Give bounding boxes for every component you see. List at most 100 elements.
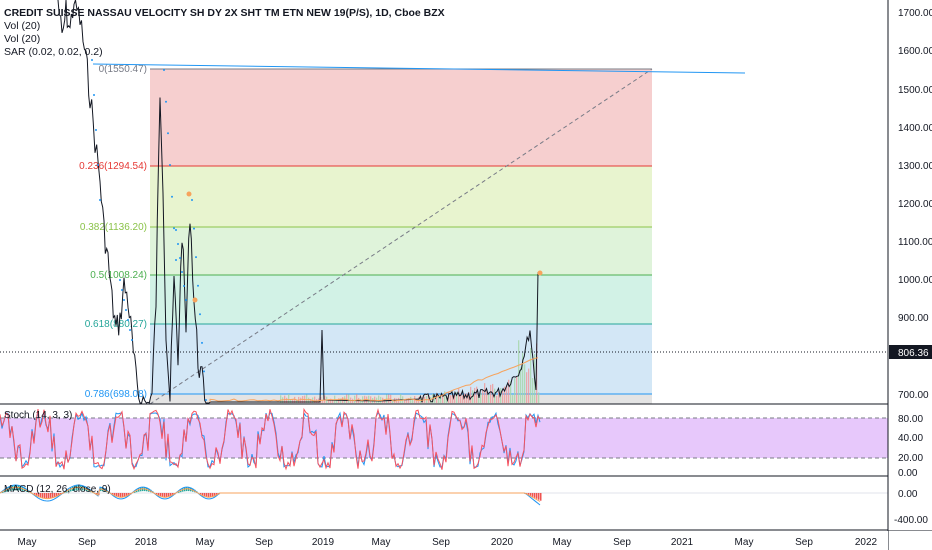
- time-axis-label: May: [735, 537, 754, 548]
- fibonacci-retracement[interactable]: 0(1550.47) 0.236(1294.54) 0.382(1136.20)…: [79, 64, 653, 405]
- volume-bar: [516, 376, 518, 403]
- time-axis-label: 2018: [135, 537, 158, 548]
- marker-dot: [192, 297, 198, 303]
- chart-canvas[interactable]: 0(1550.47) 0.236(1294.54) 0.382(1136.20)…: [0, 0, 932, 550]
- sar-dot: [127, 319, 129, 321]
- current-price-label: 806.36: [898, 348, 929, 359]
- marker-dot: [537, 270, 543, 276]
- volume-bar: [502, 390, 504, 403]
- volume-bar: [356, 394, 358, 403]
- fib-zone-0382-05: [150, 227, 652, 275]
- price-axis-label: 1700.00: [898, 8, 932, 19]
- volume-bar: [378, 395, 380, 403]
- sar-dot: [201, 341, 203, 344]
- sar-dot: [203, 370, 205, 373]
- stoch-axis-label: 80.00: [898, 414, 923, 425]
- macd-hist-bar: [206, 493, 208, 497]
- fib-label-0236: 0.236(1294.54): [79, 161, 147, 172]
- volume-bar: [348, 394, 350, 403]
- time-axis[interactable]: May Sep 2018 May Sep 2019 May Sep 2020 M…: [0, 531, 888, 550]
- volume-bar: [526, 372, 528, 403]
- fib-zone-05-0618: [150, 275, 652, 324]
- volume-bar: [470, 386, 472, 403]
- price-axis-label: 1000.00: [898, 275, 932, 286]
- sar-dot: [191, 199, 193, 201]
- time-axis-label: Sep: [255, 537, 273, 548]
- time-axis-label: 2022: [855, 537, 878, 548]
- volume-bar: [514, 378, 516, 403]
- sar-dot: [169, 164, 171, 166]
- sar-dot: [97, 164, 99, 166]
- volume-bar: [370, 396, 372, 403]
- macd-label[interactable]: MACD (12, 26, close, 9): [4, 484, 111, 495]
- sar-dot: [125, 309, 127, 311]
- sar-dot: [129, 329, 131, 331]
- sar-dot: [121, 289, 123, 291]
- macd-hist-bar: [536, 493, 538, 499]
- volume-bar: [346, 394, 348, 403]
- time-axis-label: May: [553, 537, 572, 548]
- stoch-axis-label: 20.00: [898, 453, 923, 464]
- indicator-volume[interactable]: Vol (20): [4, 20, 445, 33]
- fib-zone-0618-0786: [150, 324, 652, 394]
- sar-dot: [175, 229, 177, 231]
- chart-legend[interactable]: CREDIT SUISSE NASSAU VELOCITY SH DY 2X S…: [4, 7, 445, 59]
- time-axis-label: Sep: [795, 537, 813, 548]
- stoch-pane[interactable]: [0, 407, 888, 471]
- sar-dot: [199, 313, 201, 316]
- volume-bar: [354, 395, 356, 403]
- time-axis-label: 2020: [491, 537, 514, 548]
- indicator-sar[interactable]: SAR (0.02, 0.02, 0.2): [4, 46, 445, 59]
- sar-dot: [185, 299, 187, 301]
- time-axis-label: 2019: [312, 537, 335, 548]
- macd-hist-bar: [538, 493, 540, 500]
- fib-label-0382: 0.382(1136.20): [80, 222, 147, 233]
- sar-dot: [93, 94, 95, 96]
- sar-dot: [175, 259, 177, 261]
- volume-bar: [528, 368, 530, 403]
- volume-bar: [476, 386, 478, 403]
- volume-bar: [450, 395, 452, 403]
- volume-bar: [538, 392, 540, 403]
- macd-hist-bar: [120, 493, 122, 498]
- price-axis-label: 1100.00: [898, 237, 932, 248]
- macd-hist-bar: [118, 493, 120, 497]
- volume-bar: [512, 395, 514, 403]
- indicator-volume[interactable]: Vol (20): [4, 33, 445, 46]
- sar-dot: [91, 59, 93, 61]
- sar-dot: [205, 399, 207, 401]
- sar-dot: [181, 271, 183, 273]
- sar-dot: [95, 129, 97, 131]
- price-axis-label: 700.00: [898, 390, 929, 401]
- volume-bar: [400, 394, 402, 403]
- time-axis-label: May: [196, 537, 215, 548]
- stoch-band: [0, 418, 888, 458]
- sar-dot: [183, 285, 185, 287]
- volume-bar: [482, 390, 484, 403]
- time-axis-label: 2021: [671, 537, 694, 548]
- sar-dot: [99, 199, 101, 201]
- macd-pane[interactable]: [0, 484, 888, 506]
- sar-dot: [171, 195, 173, 198]
- fib-zone-0-0236: [150, 69, 652, 166]
- volume-bar: [518, 340, 520, 403]
- price-axis-label: 900.00: [898, 313, 929, 324]
- price-axis[interactable]: 1700.00 1600.00 1500.00 1400.00 1300.00 …: [887, 0, 932, 550]
- time-axis-label: May: [372, 537, 391, 548]
- volume-bar: [462, 395, 464, 403]
- volume-bar: [524, 364, 526, 403]
- sar-dot: [165, 100, 167, 103]
- price-pane[interactable]: 0(1550.47) 0.236(1294.54) 0.382(1136.20)…: [0, 0, 888, 405]
- volume-bar: [532, 378, 534, 403]
- macd-axis-label: -400.00: [894, 515, 928, 526]
- marker-dot: [186, 191, 192, 197]
- fib-label-0: 0(1550.47): [99, 64, 147, 75]
- sar-dot: [119, 279, 121, 281]
- stoch-label[interactable]: Stoch (14, 3, 3): [4, 410, 72, 421]
- sar-dot: [163, 69, 165, 71]
- price-axis-label: 1300.00: [898, 161, 932, 172]
- fib-label-05: 0.5(1008.24): [90, 270, 147, 281]
- time-axis-label: May: [18, 537, 37, 548]
- volume-bar: [484, 383, 486, 403]
- chart-title: CREDIT SUISSE NASSAU VELOCITY SH DY 2X S…: [4, 7, 445, 19]
